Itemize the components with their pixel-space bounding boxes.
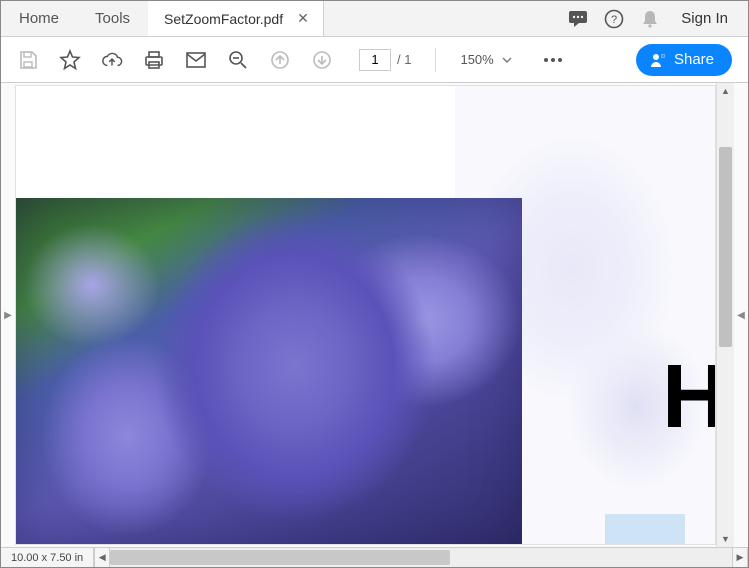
share-person-icon — [650, 52, 666, 68]
help-icon[interactable]: ? — [603, 8, 625, 30]
zoom-level-label: 150% — [460, 52, 493, 67]
menu-bar: Home Tools SetZoomFactor.pdf ✕ ? Sign In — [1, 1, 748, 37]
share-button[interactable]: Share — [636, 44, 732, 76]
vertical-scroll-thumb[interactable] — [719, 147, 732, 347]
bell-icon[interactable] — [639, 8, 661, 30]
document-image-hyacinth — [16, 198, 522, 545]
document-tab[interactable]: SetZoomFactor.pdf ✕ — [148, 1, 324, 36]
page-down-icon[interactable] — [311, 49, 333, 71]
zoom-out-icon[interactable] — [227, 49, 249, 71]
tab-home[interactable]: Home — [1, 1, 77, 36]
tab-tools[interactable]: Tools — [77, 1, 148, 36]
zoom-dropdown[interactable]: 150% — [460, 52, 511, 67]
share-label: Share — [674, 51, 714, 68]
print-icon[interactable] — [143, 49, 165, 71]
right-panel-toggle[interactable]: ◀ — [734, 83, 748, 547]
page-indicator: / 1 — [359, 49, 411, 71]
pdf-page[interactable]: H — [15, 85, 716, 545]
horizontal-scroll-thumb[interactable] — [110, 550, 450, 565]
status-bar: 10.00 x 7.50 in ◀ ▶ — [1, 547, 748, 567]
scroll-down-icon[interactable]: ▼ — [717, 531, 734, 547]
scroll-right-icon[interactable]: ▶ — [732, 548, 748, 567]
star-icon[interactable] — [59, 49, 81, 71]
page-dimensions: 10.00 x 7.50 in — [1, 548, 94, 567]
close-tab-icon[interactable]: ✕ — [293, 10, 313, 27]
toolbar: / 1 150% Share — [1, 37, 748, 83]
svg-text:?: ? — [611, 14, 617, 26]
page-number-input[interactable] — [359, 49, 391, 71]
sign-in-button[interactable]: Sign In — [675, 10, 734, 27]
page-total-label: / 1 — [397, 52, 411, 67]
cropped-text: H — [662, 346, 716, 449]
scroll-up-icon[interactable]: ▲ — [717, 83, 734, 99]
horizontal-scrollbar[interactable] — [110, 548, 732, 567]
page-up-icon[interactable] — [269, 49, 291, 71]
left-panel-toggle[interactable]: ▶ — [1, 83, 15, 547]
toolbar-divider — [435, 48, 436, 72]
comment-icon[interactable] — [567, 8, 589, 30]
chevron-down-icon — [502, 57, 512, 63]
vertical-scrollbar[interactable]: ▲ ▼ — [716, 83, 734, 547]
cropped-box — [605, 514, 685, 545]
document-title: SetZoomFactor.pdf — [164, 11, 283, 27]
cloud-upload-icon[interactable] — [101, 49, 123, 71]
mail-icon[interactable] — [185, 49, 207, 71]
save-icon[interactable] — [17, 49, 39, 71]
document-viewport: ▶ H ▲ ▼ ◀ — [1, 83, 748, 547]
more-icon[interactable] — [542, 49, 564, 71]
scroll-left-icon[interactable]: ◀ — [94, 548, 110, 567]
